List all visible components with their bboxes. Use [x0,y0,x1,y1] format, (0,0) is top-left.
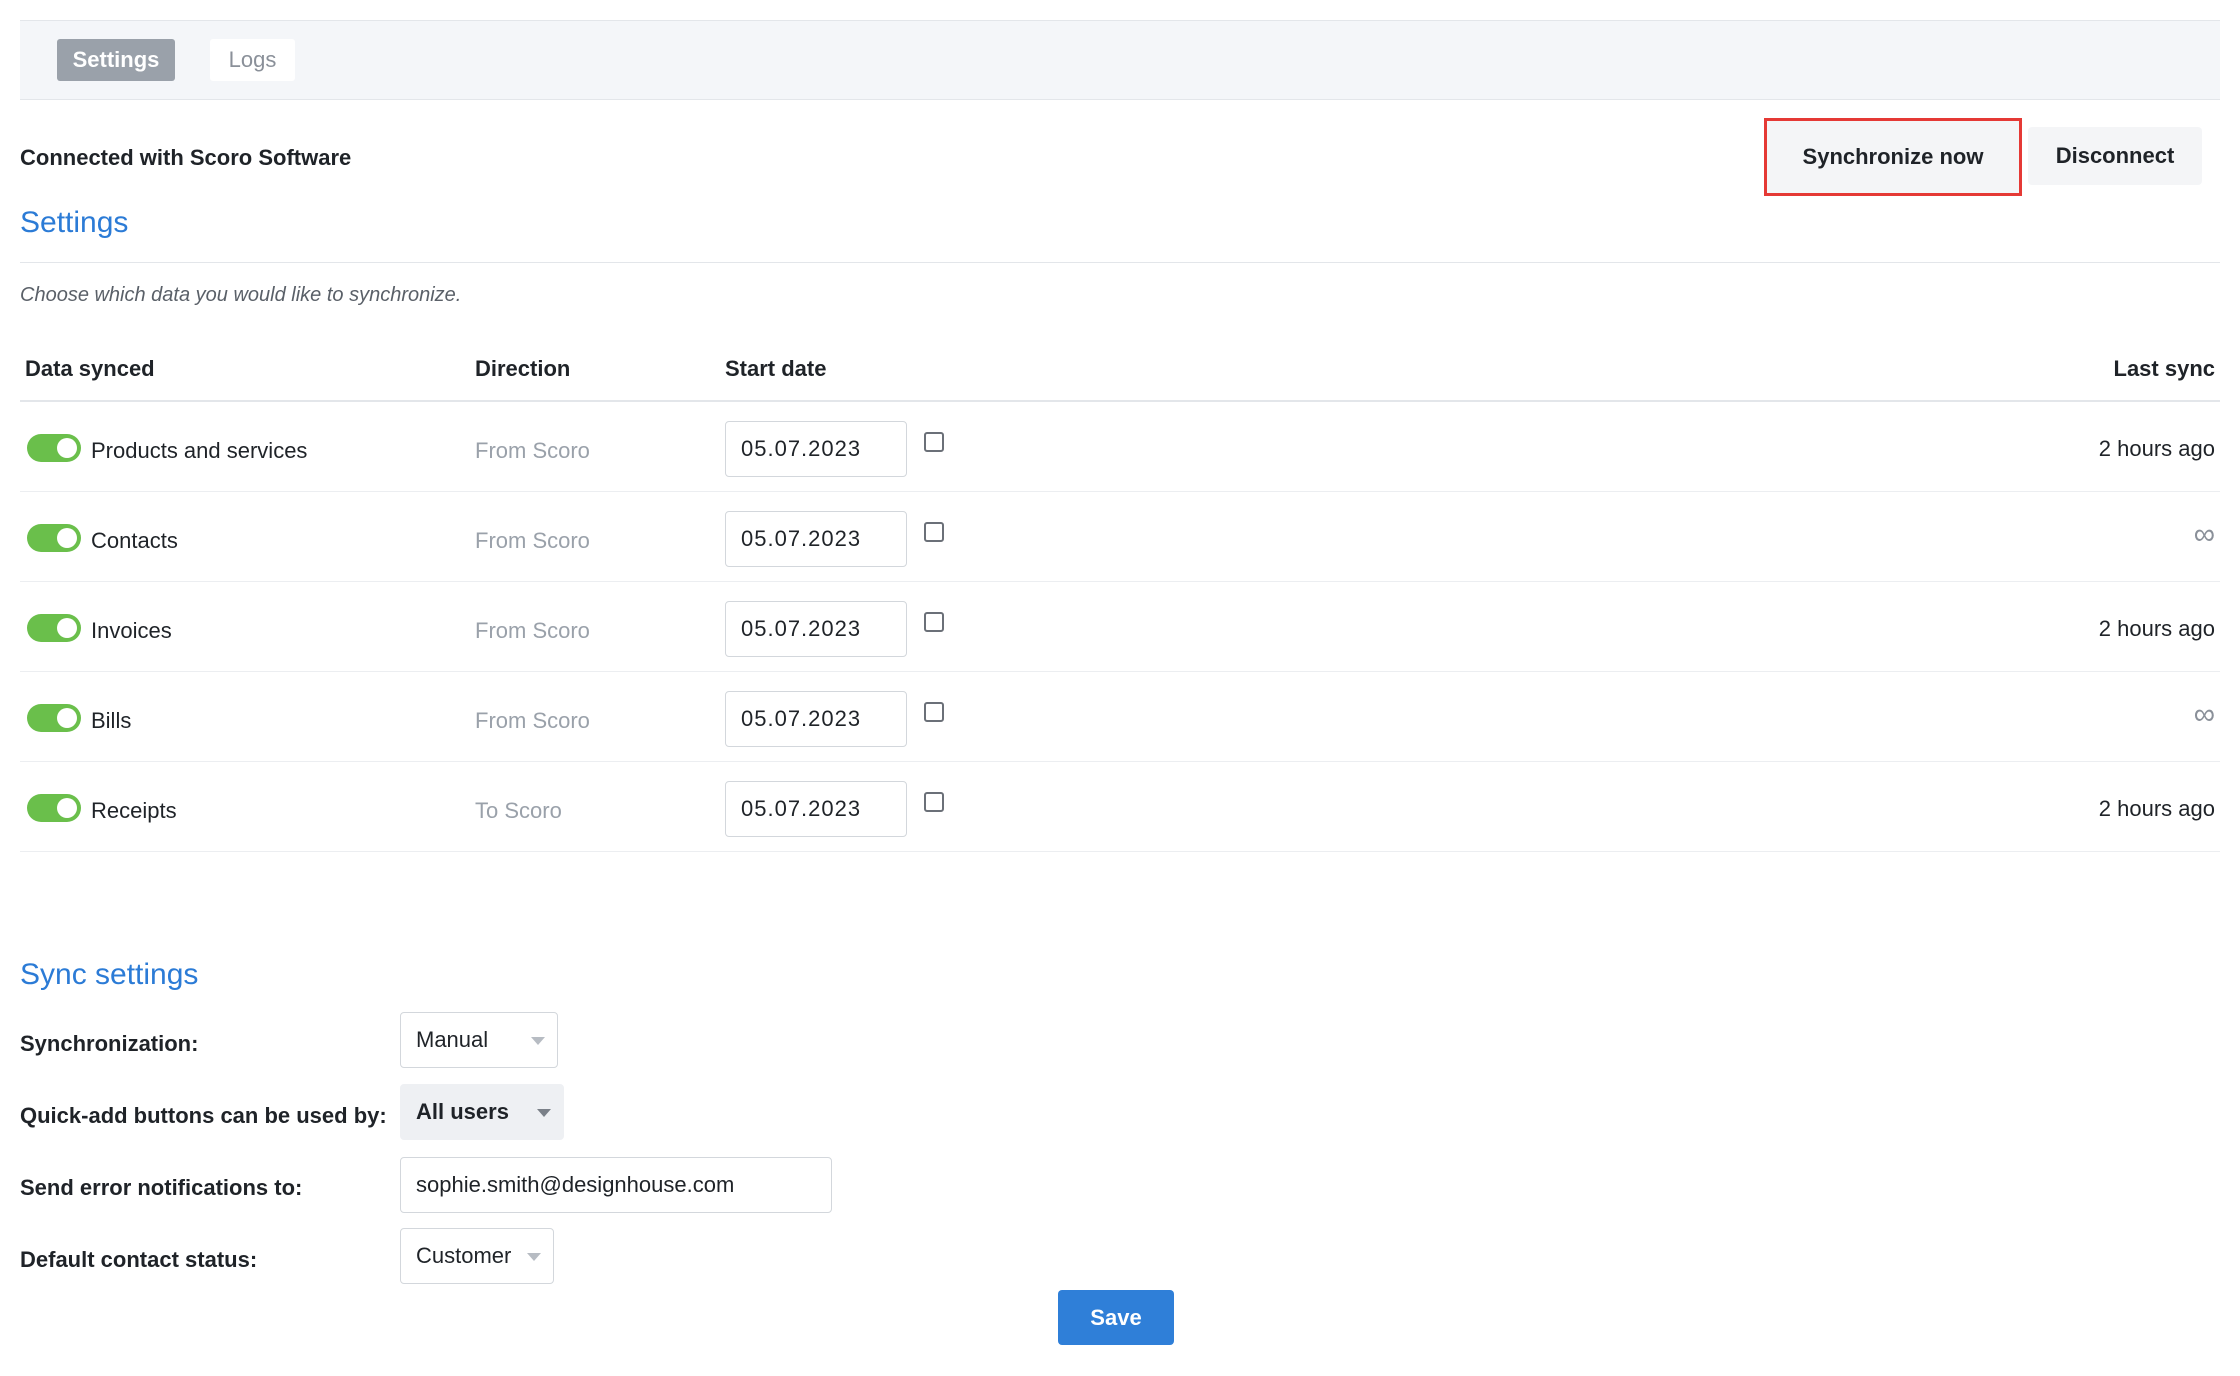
quick-add-value: All users [416,1099,509,1124]
direction-text: From Scoro [475,618,590,643]
tab-logs[interactable]: Logs [210,39,295,81]
disconnect-button[interactable]: Disconnect [2028,127,2202,185]
page: Settings Logs Connected with Scoro Softw… [0,0,2240,1376]
table-row: Invoices From Scoro 05.07.2023 2 hours a… [20,582,2220,672]
table-row: Bills From Scoro 05.07.2023 ∞ [20,672,2220,762]
start-date-checkbox[interactable] [924,612,944,632]
data-type-label: Receipts [91,798,177,823]
sync-toggle[interactable] [27,794,81,822]
sync-settings-title: Sync settings [20,958,199,991]
start-date-input[interactable]: 05.07.2023 [725,601,907,657]
data-type-label: Products and services [91,438,308,463]
direction-text: From Scoro [475,528,590,553]
data-type-label: Invoices [91,618,172,643]
synchronization-select[interactable]: Manual [400,1012,558,1068]
start-date-input[interactable]: 05.07.2023 [725,421,907,477]
last-sync-text: 2 hours ago [2098,616,2215,641]
table-row: Receipts To Scoro 05.07.2023 2 hours ago [20,762,2220,852]
column-header-last-sync: Last sync [2113,356,2216,381]
error-notifications-email-field[interactable]: sophie.smith@designhouse.com [400,1157,832,1213]
start-date-checkbox[interactable] [924,792,944,812]
sync-toggle[interactable] [27,524,81,552]
settings-subtitle: Choose which data you would like to sync… [20,284,462,306]
start-date-checkbox[interactable] [924,522,944,542]
direction-text: To Scoro [475,798,562,823]
infinity-icon: ∞ [2193,518,2215,551]
chevron-down-icon [527,1253,541,1261]
default-contact-status-label: Default contact status: [20,1247,258,1272]
start-date-checkbox[interactable] [924,702,944,722]
start-date-input[interactable]: 05.07.2023 [725,511,907,567]
quick-add-label: Quick-add buttons can be used by: [20,1103,387,1128]
sync-toggle[interactable] [27,434,81,462]
last-sync-text: 2 hours ago [2098,436,2215,461]
sync-toggle[interactable] [27,704,81,732]
data-type-label: Bills [91,708,132,733]
divider [20,262,2220,263]
tab-bar: Settings Logs [20,20,2220,100]
synchronization-label: Synchronization: [20,1031,199,1056]
column-header-direction: Direction [475,356,571,381]
infinity-icon: ∞ [2193,698,2215,731]
column-header-start-date: Start date [725,356,827,381]
chevron-down-icon [537,1109,551,1117]
table-row: Products and services From Scoro 05.07.2… [20,402,2220,492]
quick-add-select[interactable]: All users [400,1084,564,1140]
column-header-data-synced: Data synced [25,356,155,381]
start-date-input[interactable]: 05.07.2023 [725,781,907,837]
default-contact-status-value: Customer [416,1243,512,1268]
default-contact-status-select[interactable]: Customer [400,1228,554,1284]
save-button[interactable]: Save [1058,1290,1174,1345]
tab-settings[interactable]: Settings [57,39,175,81]
chevron-down-icon [531,1037,545,1045]
settings-section-title: Settings [20,206,129,239]
synchronize-now-button[interactable]: Synchronize now [1764,118,2022,196]
error-notifications-label: Send error notifications to: [20,1175,303,1200]
data-type-label: Contacts [91,528,178,553]
table-row: Contacts From Scoro 05.07.2023 ∞ [20,492,2220,582]
last-sync-text: 2 hours ago [2098,796,2215,821]
start-date-input[interactable]: 05.07.2023 [725,691,907,747]
direction-text: From Scoro [475,438,590,463]
direction-text: From Scoro [475,708,590,733]
synchronization-value: Manual [416,1027,489,1052]
sync-toggle[interactable] [27,614,81,642]
start-date-checkbox[interactable] [924,432,944,452]
connection-status: Connected with Scoro Software [20,145,352,170]
